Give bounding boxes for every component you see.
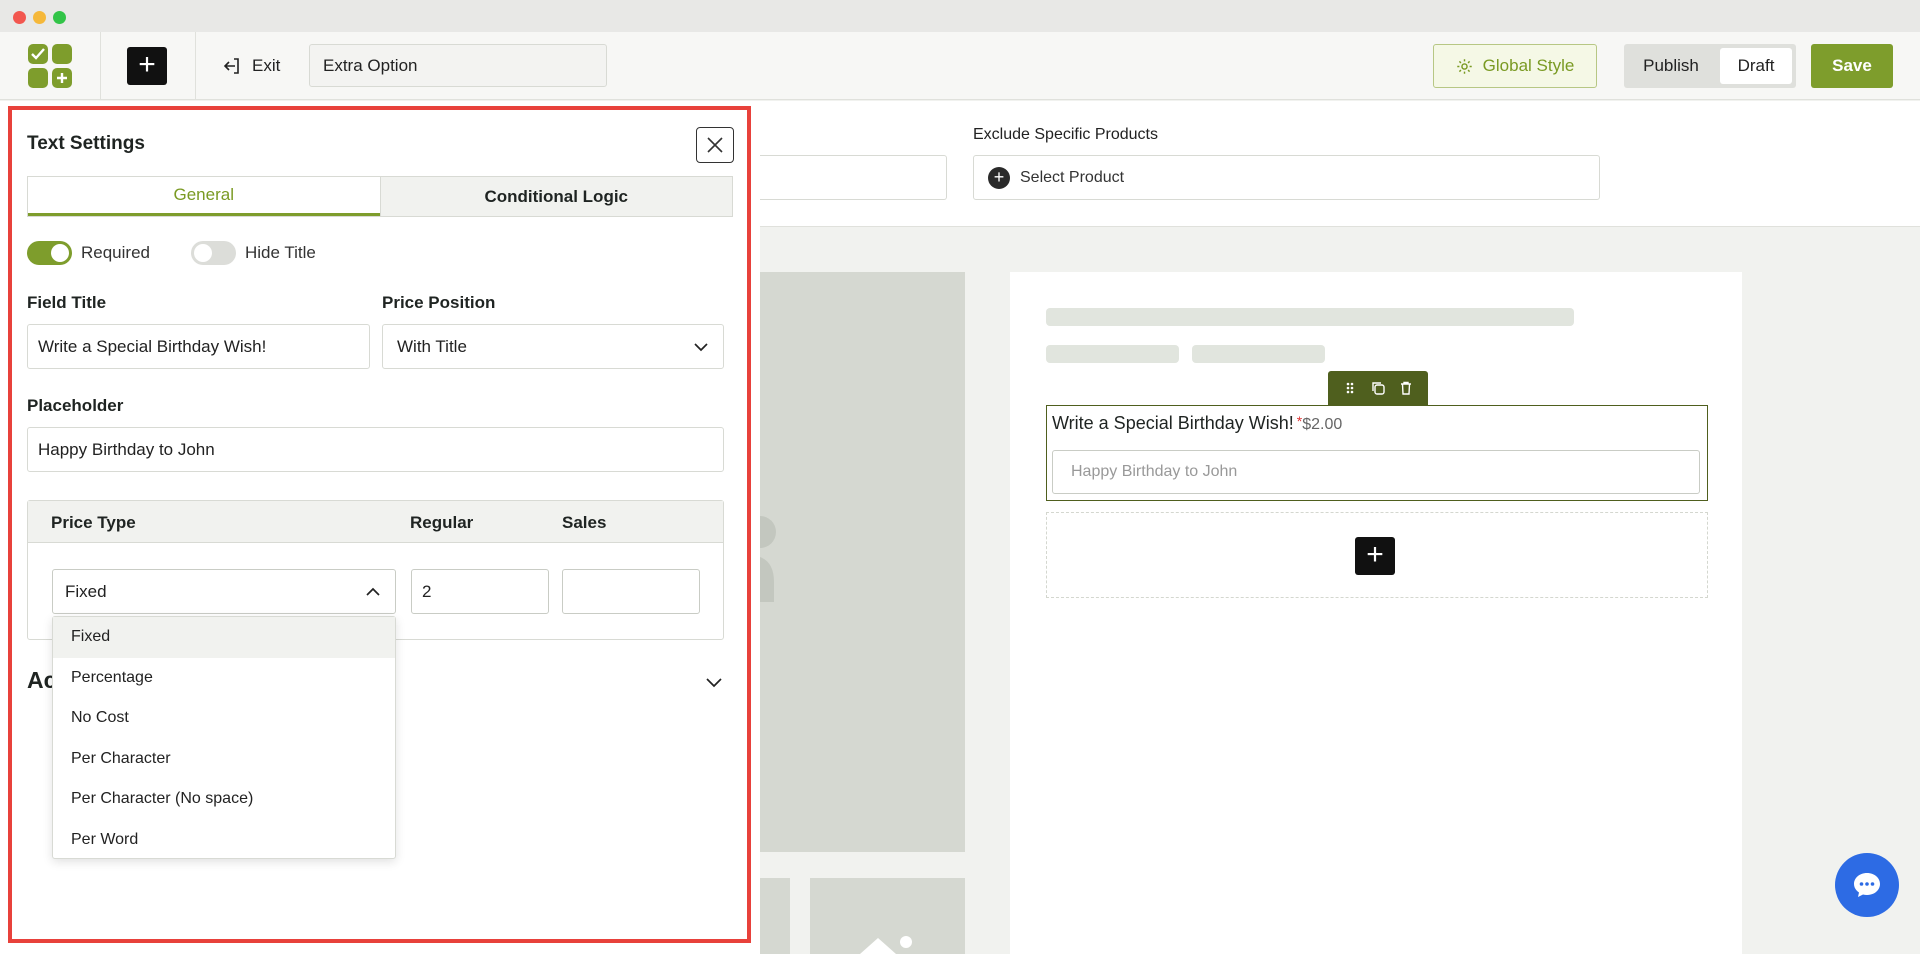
- price-type-value: Fixed: [65, 582, 107, 601]
- exit-button[interactable]: Exit: [222, 52, 280, 80]
- select-product-label: Select Product: [1020, 168, 1125, 186]
- regular-price-input[interactable]: 2: [411, 569, 549, 614]
- drag-handle-icon[interactable]: [1342, 380, 1358, 396]
- hide-title-toggle[interactable]: [191, 241, 236, 265]
- sales-price-input[interactable]: [562, 569, 700, 614]
- price-type-option[interactable]: Per Character: [53, 739, 395, 780]
- price-position-select[interactable]: With Title: [382, 324, 724, 369]
- hide-title-toggle-row: Hide Title: [191, 241, 316, 265]
- regular-column-header: Regular: [410, 513, 474, 532]
- draft-button[interactable]: Draft: [1720, 48, 1792, 84]
- chevron-down-icon[interactable]: [705, 673, 723, 691]
- image-icon: [860, 936, 912, 954]
- add-field-button[interactable]: +: [127, 47, 167, 85]
- price-type-option[interactable]: No Cost: [53, 698, 395, 739]
- form-preview: Write a Special Birthday Wish! *$2.00 Hap…: [1010, 272, 1742, 954]
- price-type-option[interactable]: Percentage: [53, 658, 395, 699]
- price-position-value: With Title: [397, 337, 467, 356]
- selected-text-field[interactable]: Write a Special Birthday Wish! *$2.00 Hap…: [1046, 405, 1708, 501]
- product-thumbnail: [810, 878, 965, 954]
- panel-title: Text Settings: [27, 133, 145, 154]
- close-panel-button[interactable]: [696, 127, 734, 163]
- close-icon: [707, 137, 723, 153]
- publish-button[interactable]: Publish: [1624, 44, 1718, 88]
- window-titlebar: [0, 0, 1920, 32]
- price-type-dropdown: Fixed Percentage No Cost Per Character P…: [52, 616, 396, 859]
- skeleton-line: [1192, 345, 1325, 363]
- field-drop-zone: +: [1046, 512, 1708, 598]
- minimize-window-button[interactable]: [33, 11, 46, 24]
- placeholder-input[interactable]: Happy Birthday to John: [27, 427, 724, 472]
- price-type-column-header: Price Type: [51, 513, 136, 532]
- sales-column-header: Sales: [562, 513, 607, 532]
- required-toggle[interactable]: [27, 241, 72, 265]
- chevron-down-icon: [694, 343, 708, 352]
- product-settings-strip: Exclude Specific Products + Select Produ…: [760, 101, 1920, 227]
- add-field-inline-button[interactable]: +: [1355, 537, 1395, 575]
- settings-tabs: General Conditional Logic: [27, 176, 733, 217]
- save-button[interactable]: Save: [1811, 44, 1893, 88]
- product-image-placeholder: [760, 272, 965, 852]
- price-type-option[interactable]: Per Word: [53, 820, 395, 861]
- price-type-select[interactable]: Fixed: [52, 569, 396, 614]
- preview-text-input[interactable]: Happy Birthday to John: [1052, 450, 1700, 494]
- tab-general[interactable]: General: [28, 177, 380, 216]
- chevron-up-icon: [366, 587, 380, 596]
- form-title-input[interactable]: Extra Option: [309, 44, 607, 87]
- chat-support-button[interactable]: [1835, 853, 1899, 917]
- hide-title-label: Hide Title: [245, 243, 316, 262]
- duplicate-icon[interactable]: [1370, 380, 1386, 396]
- exclude-products-label: Exclude Specific Products: [973, 126, 1158, 143]
- price-type-option[interactable]: Fixed: [53, 617, 395, 658]
- top-toolbar: + Exit Extra Option Global Style Publish…: [0, 32, 1920, 100]
- product-thumbnail: [760, 878, 790, 954]
- placeholder-label: Placeholder: [27, 396, 124, 415]
- tab-conditional-logic[interactable]: Conditional Logic: [379, 177, 732, 216]
- required-label: Required: [81, 243, 150, 262]
- global-style-button[interactable]: Global Style: [1433, 44, 1597, 88]
- price-table-header: Price Type Regular Sales: [28, 501, 723, 543]
- skeleton-line: [1046, 345, 1179, 363]
- close-window-button[interactable]: [13, 11, 26, 24]
- field-title-input[interactable]: Write a Special Birthday Wish!: [27, 324, 370, 369]
- app-logo-icon: [28, 44, 72, 88]
- plus-circle-icon: +: [988, 166, 1010, 189]
- global-style-label: Global Style: [1482, 56, 1575, 75]
- required-toggle-row: Required: [27, 241, 150, 265]
- gear-icon: [1456, 58, 1472, 74]
- preview-field-title: Write a Special Birthday Wish! *$2.00: [1052, 413, 1343, 433]
- zoom-window-button[interactable]: [53, 11, 66, 24]
- include-products-input[interactable]: [760, 155, 947, 200]
- preview-field-price: $2.00: [1302, 416, 1343, 433]
- trash-icon[interactable]: [1398, 380, 1414, 396]
- field-title-label: Field Title: [27, 293, 107, 312]
- exit-label: Exit: [252, 56, 281, 75]
- select-product-field[interactable]: + Select Product: [973, 155, 1600, 200]
- publish-status-toggle: Publish Draft: [1624, 44, 1796, 88]
- skeleton-line: [1046, 308, 1574, 326]
- price-type-option[interactable]: Per Character (No space): [53, 779, 395, 820]
- price-position-label: Price Position: [382, 293, 496, 312]
- field-toolbar: [1328, 371, 1428, 405]
- exit-icon: [223, 58, 239, 74]
- chat-bubble-icon: [1854, 873, 1880, 897]
